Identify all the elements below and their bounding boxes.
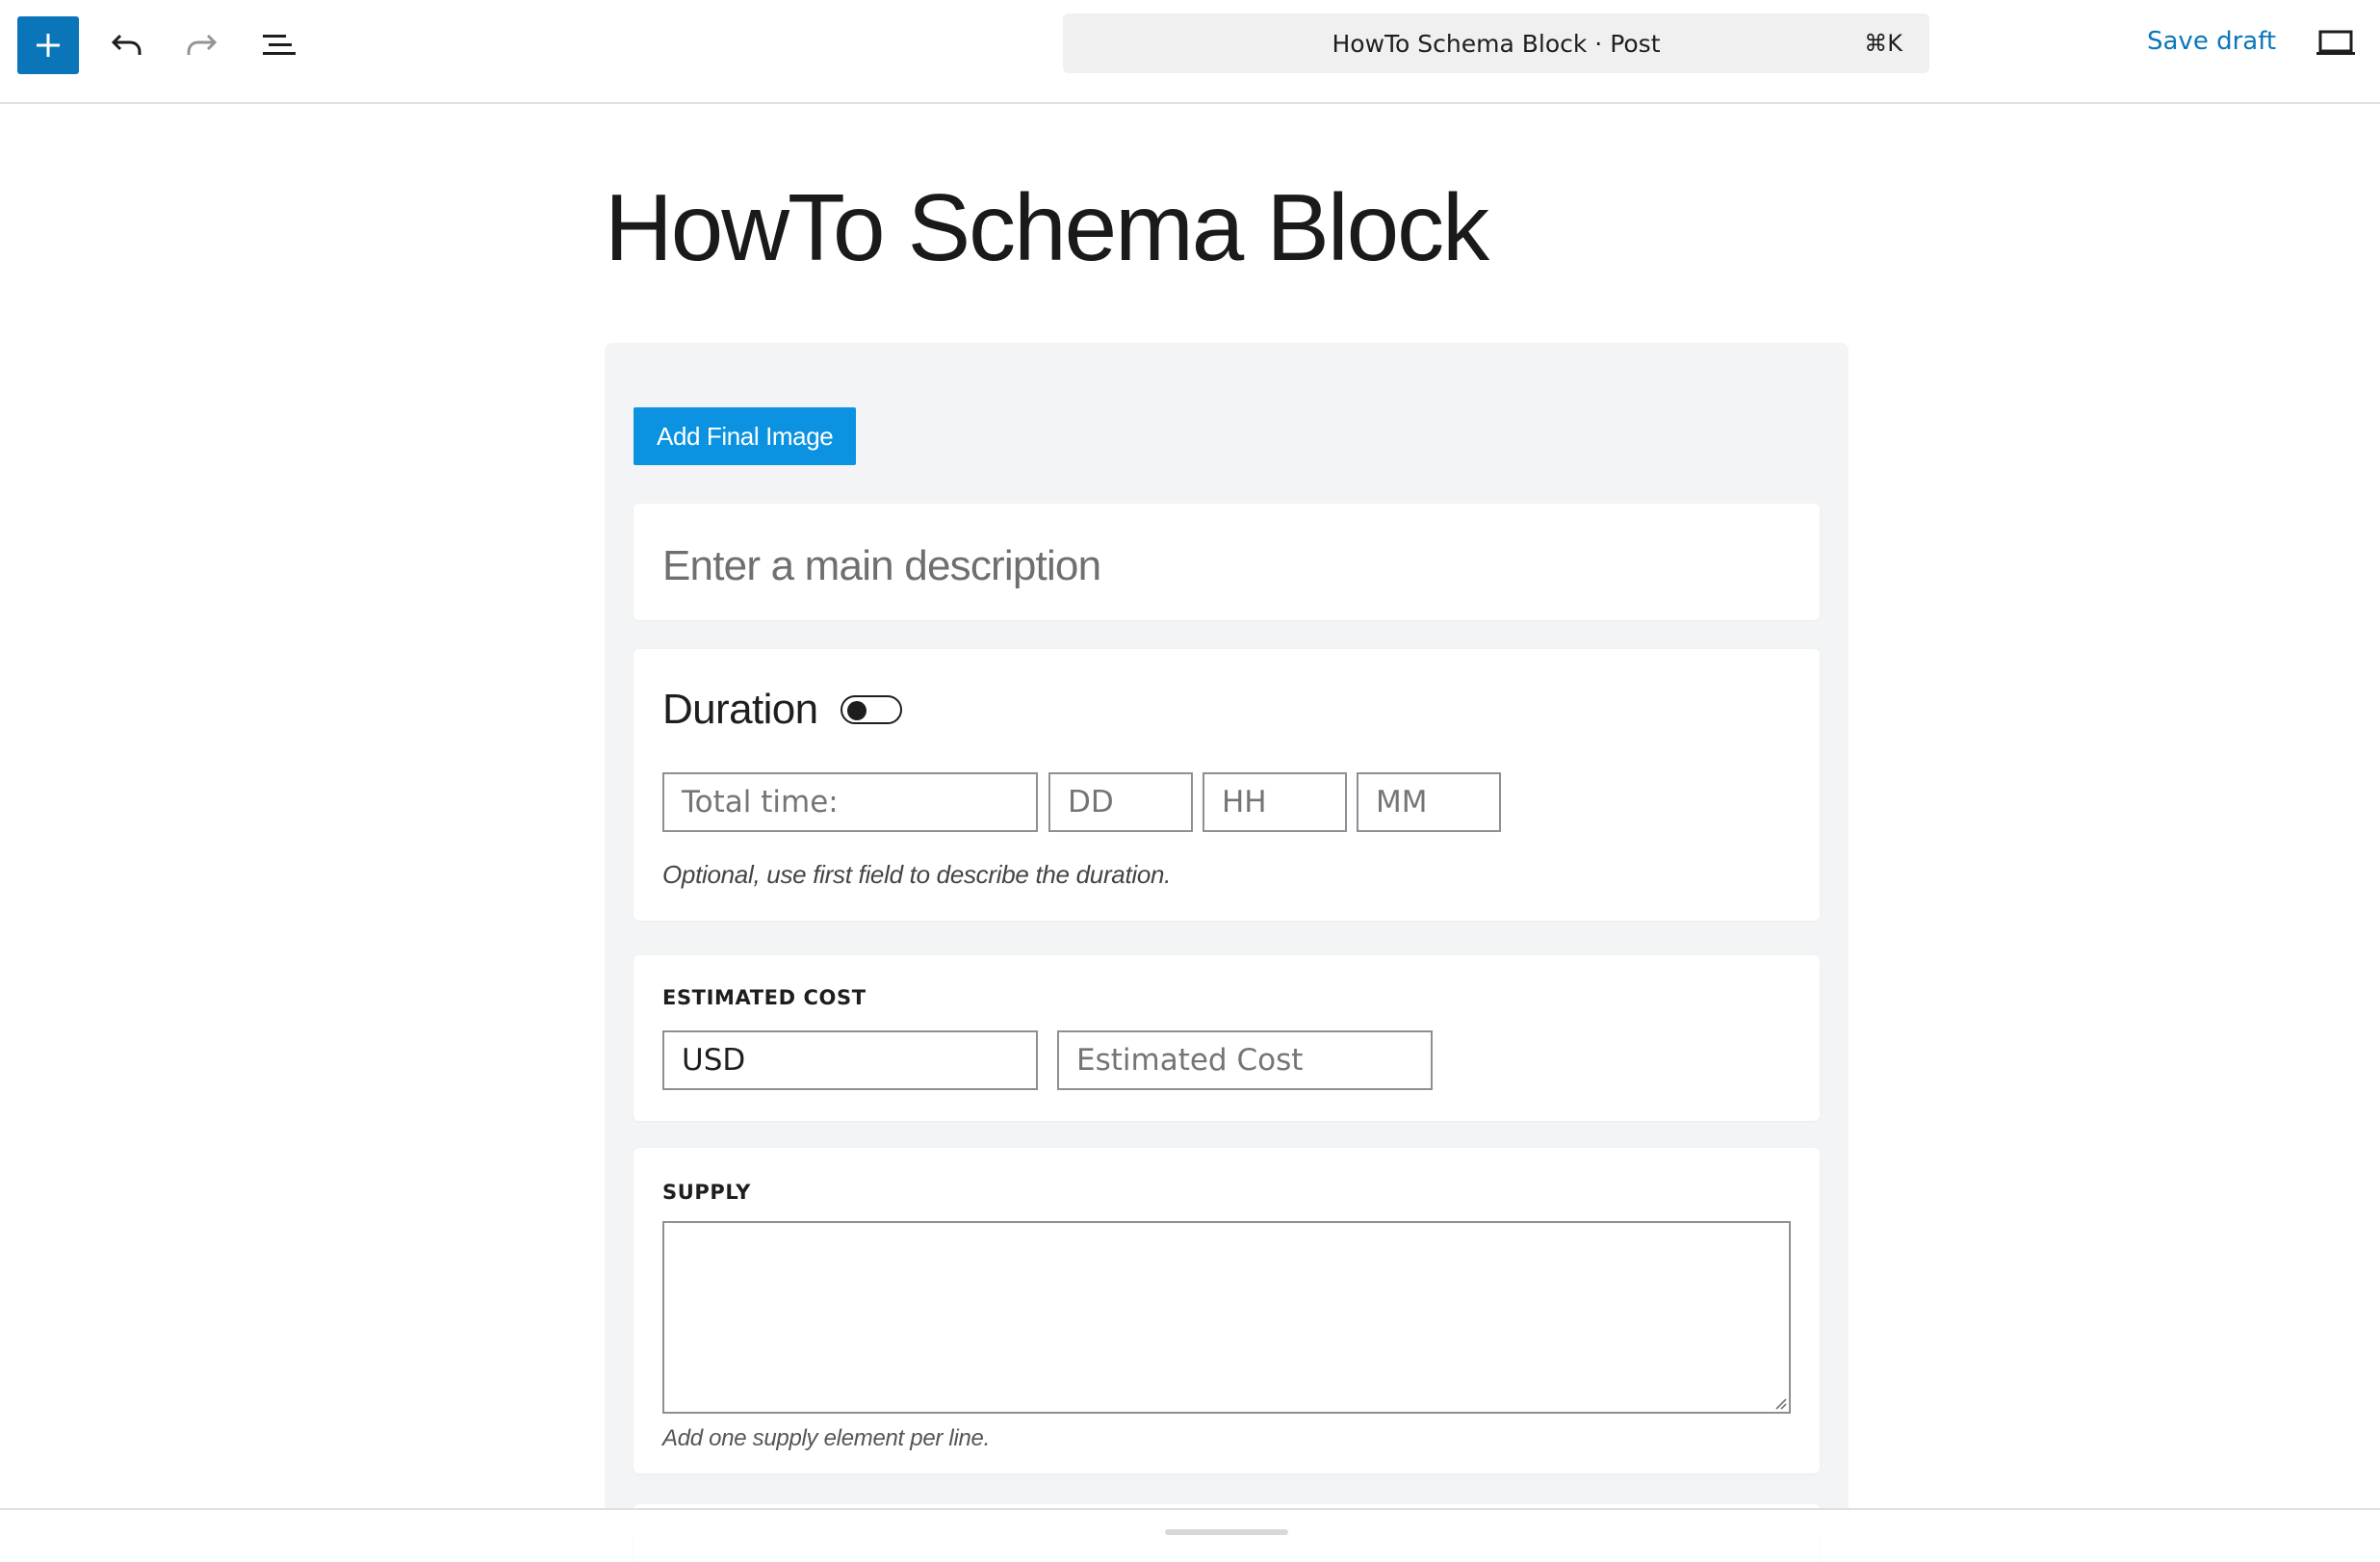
hours-input[interactable]: HH [1203, 772, 1347, 832]
howto-schema-block[interactable]: Add Final Image Enter a main description… [605, 343, 1849, 1562]
editor-footer [0, 1508, 2380, 1537]
undo-icon [111, 34, 142, 55]
save-draft-button[interactable]: Save draft [2147, 27, 2276, 56]
duration-help-text: Optional, use first field to describe th… [662, 860, 1172, 889]
estimated-cost-label: ESTIMATED COST [662, 986, 867, 1009]
redo-button[interactable] [178, 21, 226, 69]
supply-label: SUPPLY [662, 1181, 751, 1204]
add-final-image-button[interactable]: Add Final Image [634, 407, 857, 465]
document-overview-button[interactable] [254, 21, 302, 69]
post-title[interactable]: HowTo Schema Block [605, 173, 1489, 282]
main-description-card: Enter a main description [634, 504, 1820, 620]
estimated-cost-input[interactable]: Estimated Cost [1057, 1030, 1433, 1090]
days-input[interactable]: DD [1048, 772, 1193, 832]
supply-help-text: Add one supply element per line. [662, 1425, 990, 1451]
add-block-button[interactable] [17, 16, 79, 74]
redo-icon [187, 34, 218, 55]
estimated-cost-card: ESTIMATED COST USD Estimated Cost [634, 955, 1820, 1121]
resize-grip[interactable] [1165, 1529, 1288, 1535]
keyboard-shortcut: ⌘K [1864, 30, 1902, 57]
undo-button[interactable] [102, 21, 150, 69]
document-title: HowTo Schema Block · Post [1332, 29, 1661, 58]
duration-toggle[interactable] [841, 695, 902, 724]
duration-card: Duration Total time: DD HH MM Optional, … [634, 649, 1820, 921]
duration-label: Duration [662, 686, 818, 733]
currency-input[interactable]: USD [662, 1030, 1038, 1090]
preview-button[interactable] [2307, 19, 2365, 67]
command-palette-bar[interactable]: HowTo Schema Block · Post ⌘K [1063, 13, 1929, 73]
total-time-input[interactable]: Total time: [662, 772, 1038, 832]
desktop-preview-icon [2316, 30, 2355, 55]
supply-textarea[interactable] [662, 1221, 1791, 1414]
toggle-knob [847, 701, 867, 720]
main-description-input[interactable]: Enter a main description [662, 542, 1101, 590]
editor-toolbar: HowTo Schema Block · Post ⌘K Save draft [0, 0, 2380, 104]
resize-handle-icon[interactable] [1772, 1394, 1787, 1410]
plus-icon [37, 34, 60, 57]
supply-card: SUPPLY Add one supply element per line. [634, 1148, 1820, 1473]
list-view-icon [263, 35, 296, 55]
minutes-input[interactable]: MM [1357, 772, 1501, 832]
